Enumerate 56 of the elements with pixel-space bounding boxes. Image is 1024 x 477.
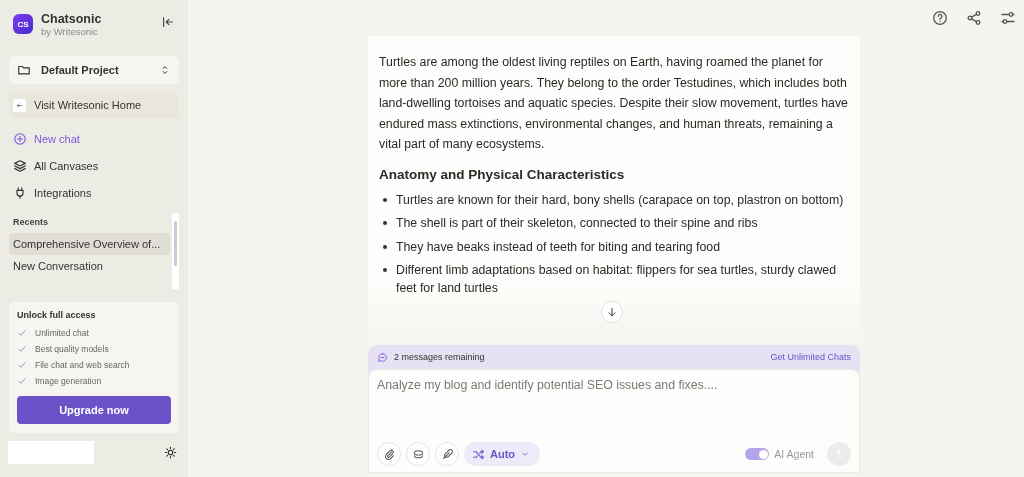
chat-bubble-icon: [377, 351, 388, 363]
bullet-icon: [383, 244, 387, 249]
nav-item[interactable]: All Canvases: [9, 153, 179, 178]
nav-item[interactable]: Integrations: [9, 180, 179, 205]
bullet-icon: [383, 268, 387, 273]
project-selector[interactable]: Default Project: [9, 56, 179, 84]
message-paragraph: Turtles are among the oldest living reptiles on Earth, having roamed the planet for more than 200 million years. They belong to the order Testudines, which includes both land-dwelling tortoises and aquatic species. Despite their slow movement, turtles have endured mass extinctions, environmental changes, and human threats, remaining a vital part of many ecosystems.: [379, 54, 849, 154]
message-input[interactable]: Analyze my blog and identify potential SEO issues and fixes.... Auto AI Agent: [368, 369, 860, 473]
layers-button[interactable]: [406, 442, 430, 466]
feather-icon: [440, 447, 454, 461]
app-logo: CS: [13, 14, 33, 34]
share-icon[interactable]: [966, 10, 982, 26]
plug-icon: [13, 185, 27, 200]
sun-icon[interactable]: [164, 446, 177, 459]
feature-text: Unlimited chat: [35, 328, 89, 338]
scrollbar[interactable]: [172, 213, 179, 289]
messages-remaining: 2 messages remaining: [394, 352, 485, 362]
feature-text: Best quality models: [35, 344, 109, 354]
plus-circle-icon: [13, 131, 27, 146]
settings-sliders-icon[interactable]: [1000, 10, 1016, 26]
feature-text: Image generation: [35, 376, 102, 386]
list-item-text: The shell is part of their skeleton, connected to their spine and ribs: [396, 215, 758, 233]
attach-button[interactable]: [377, 442, 401, 466]
section-heading: Anatomy and Physical Characteristics: [379, 166, 626, 182]
toggle-label: AI Agent: [774, 448, 814, 460]
chat-history-item[interactable]: Comprehensive Overview of...: [9, 233, 170, 255]
nav-item[interactable]: New chat: [9, 126, 179, 151]
bullet-icon: [383, 197, 387, 202]
help-icon[interactable]: [932, 10, 948, 26]
chevron-up-down-icon: [159, 64, 171, 76]
list-item-text: Turtles are known for their hard, bony shells (carapace on top, plastron on bottom): [396, 191, 844, 209]
arrow-left-icon: [15, 100, 24, 110]
list-item-text: Different limb adaptations based on habitat: flippers for sea turtles, sturdy clawed feet for land turtles: [396, 262, 837, 298]
app-name: Chatsonic: [41, 11, 103, 26]
card-title: Unlock full access: [17, 310, 97, 320]
scroll-down-button[interactable]: [601, 301, 623, 323]
bullet-icon: [383, 221, 387, 226]
app-subtitle: by Writesonic: [41, 25, 99, 37]
ai-agent-toggle[interactable]: [745, 448, 770, 460]
chevron-down-icon: [520, 449, 531, 459]
unlimited-chats-link[interactable]: Get Unlimited Chats: [770, 352, 851, 362]
layers-icon: [411, 447, 425, 461]
arrow-down-icon: [606, 306, 618, 318]
paperclip-icon: [382, 447, 396, 461]
list-item-text: They have beaks instead of teeth for biting and tearing food: [396, 238, 721, 256]
shuffle-icon: [472, 447, 485, 461]
chat-history-item[interactable]: New Conversation: [9, 255, 170, 277]
feather-button[interactable]: [435, 442, 459, 466]
feature-text: File chat and web search: [35, 360, 130, 370]
home-link[interactable]: Visit Writesonic Home: [9, 92, 179, 118]
collapse-sidebar-icon[interactable]: [161, 15, 175, 29]
section-title: Recents: [12, 216, 49, 229]
upgrade-button[interactable]: Upgrade now: [17, 396, 171, 424]
model-selector[interactable]: Auto: [464, 442, 541, 466]
folder-icon: [17, 63, 31, 77]
layers-icon: [13, 158, 27, 173]
